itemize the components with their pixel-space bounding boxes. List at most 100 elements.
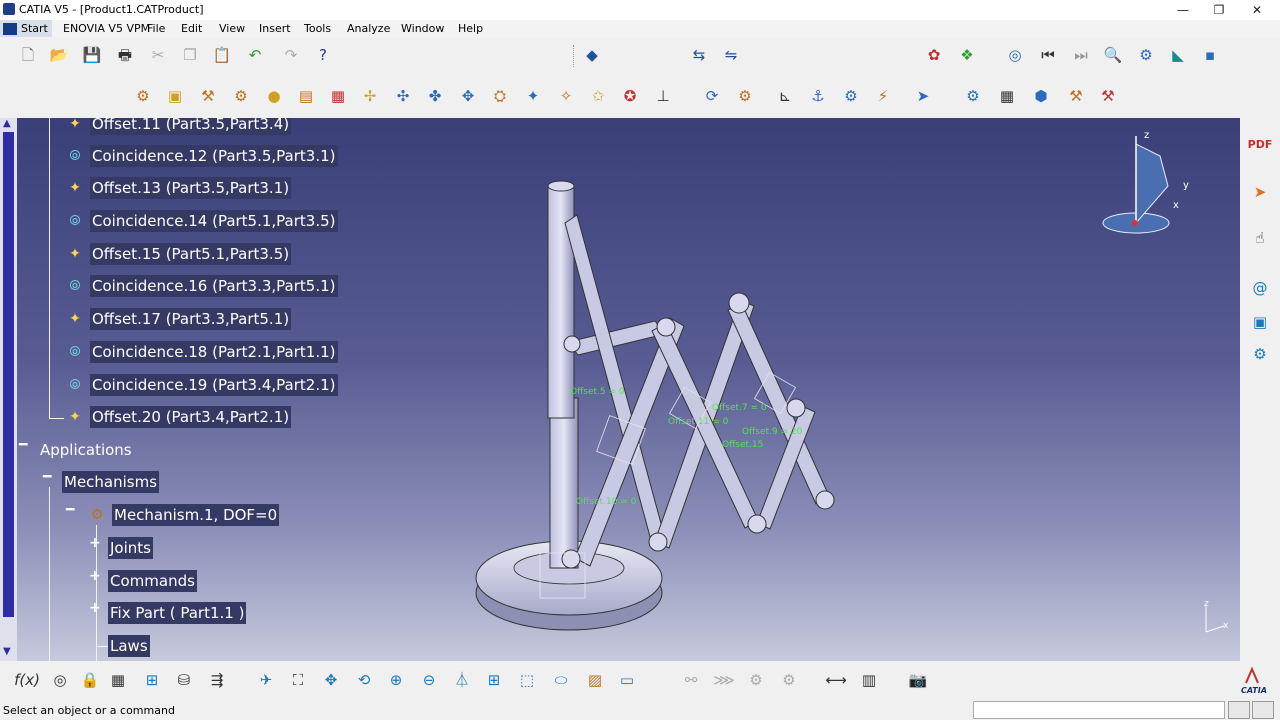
menu-tools[interactable]: Tools [304, 22, 331, 35]
tree-item-constraint[interactable]: ✦ Offset.17 (Part3.3,Part5.1) [64, 306, 292, 332]
redo-icon[interactable]: ↷ [279, 43, 303, 67]
whats-this-icon[interactable]: ? [311, 43, 335, 67]
enovia-icon[interactable]: ◆ [580, 43, 604, 67]
point-curve-joint-icon[interactable]: ✦ [521, 84, 545, 108]
pointer-icon[interactable]: ➤ [1248, 180, 1272, 204]
tree-item-joints[interactable]: Joints [108, 535, 153, 561]
fixed-part-icon[interactable]: ⟳ [700, 84, 724, 108]
prismatic-joint-icon[interactable]: ▣ [163, 84, 187, 108]
envelope-icon[interactable]: ▪ [1198, 43, 1222, 67]
forward-icon[interactable]: ⏭ [1069, 43, 1093, 67]
pdf-icon[interactable]: PDF [1248, 133, 1273, 157]
catalog-icon[interactable]: ⚙ [961, 84, 985, 108]
undo-icon[interactable]: ↶ [243, 43, 267, 67]
scroll-down-icon[interactable]: ▼ [3, 646, 11, 657]
collapse-mechanism-icon[interactable]: ━ [66, 502, 74, 518]
new-icon[interactable]: 🗋 [16, 43, 40, 67]
tree-item-laws[interactable]: Laws [108, 633, 150, 659]
scroll-up-icon[interactable]: ▲ [3, 118, 11, 129]
tree-item-constraint[interactable]: ⦾ Coincidence.16 (Part3.3,Part5.1) [64, 273, 338, 299]
tools-icon[interactable]: ⚒ [1064, 84, 1088, 108]
cut-icon[interactable]: ✂ [146, 43, 170, 67]
menu-start[interactable]: Start [0, 20, 52, 37]
tree-scrollbar[interactable]: ▲ ▼ [0, 118, 17, 661]
tree-item-commands[interactable]: Commands [108, 568, 197, 594]
pan-icon[interactable]: ✥ [319, 668, 343, 692]
zoom-out-icon[interactable]: ⊖ [417, 668, 441, 692]
table-icon[interactable]: ▦ [995, 84, 1019, 108]
menu-file[interactable]: File [147, 22, 165, 35]
menu-analyze[interactable]: Analyze [347, 22, 390, 35]
cable-joint-icon[interactable]: ⛭ [488, 84, 512, 108]
fly-icon[interactable]: ✈ [254, 668, 278, 692]
rewind-icon[interactable]: ⏮ [1036, 43, 1060, 67]
clash-icon[interactable]: ⬢ [1029, 84, 1053, 108]
rack-joint-icon[interactable]: ✥ [456, 84, 480, 108]
swap-visible-space-icon[interactable]: ▭ [615, 668, 639, 692]
collapse-mechanisms-icon[interactable]: ━ [43, 469, 51, 485]
sensor-icon[interactable]: ◎ [1003, 43, 1027, 67]
zoom-in-icon[interactable]: ⊕ [384, 668, 408, 692]
gear-joint-icon[interactable]: ✤ [423, 84, 447, 108]
disabled-tool-3-icon[interactable]: ⚙ [744, 668, 768, 692]
tree-item-fix-part[interactable]: Fix Part ( Part1.1 ) [108, 600, 247, 626]
trace-icon[interactable]: ⚙ [1134, 43, 1158, 67]
measure-icon[interactable]: ⟷ [824, 668, 848, 692]
menu-view[interactable]: View [219, 22, 245, 35]
mechanism-analysis-icon[interactable]: ❖ [955, 43, 979, 67]
knowledge-icon[interactable]: ◎ [48, 668, 72, 692]
scroll-thumb[interactable] [3, 132, 14, 617]
iso-view-icon[interactable]: ⬚ [515, 668, 539, 692]
simulation-icon[interactable]: ✿ [922, 43, 946, 67]
menu-window[interactable]: Window [401, 22, 444, 35]
catalog-browser-icon[interactable]: ⛁ [172, 668, 196, 692]
lock-icon[interactable]: 🔒 [78, 668, 102, 692]
measure-item-icon[interactable]: ▥ [857, 668, 881, 692]
3d-viewport[interactable]: ▲ ▼ ✦ Offset.11 (Part3.5,Part3.4) ⦾ Coin… [0, 118, 1240, 661]
product-icon[interactable]: ▣ [1248, 310, 1272, 334]
anchor-icon[interactable]: ⚓ [806, 84, 830, 108]
tree-item-constraint[interactable]: ⦾ Coincidence.18 (Part2.1,Part1.1) [64, 339, 338, 365]
planar-joint-icon[interactable]: ▤ [294, 84, 318, 108]
command-input[interactable] [973, 701, 1225, 719]
normal-view-icon[interactable]: ⏃ [450, 668, 474, 692]
search-icon[interactable]: 🔍 [1101, 43, 1125, 67]
multi-view-icon[interactable]: ⊞ [482, 668, 506, 692]
publish-icon[interactable]: ⇆ [687, 43, 711, 67]
tree-item-mechanism[interactable]: ⚙ Mechanism.1, DOF=0 [86, 502, 280, 528]
disabled-tool-1-icon[interactable]: ⚯ [679, 668, 703, 692]
revolute-joint-icon[interactable]: ⚙ [131, 84, 155, 108]
tree-icon[interactable]: ⊞ [140, 668, 164, 692]
menu-insert[interactable]: Insert [259, 22, 291, 35]
select-icon[interactable]: ➤ [911, 84, 935, 108]
collapse-applications-icon[interactable]: ━ [19, 437, 27, 453]
tree-item-constraint[interactable]: ✦ Offset.13 (Part3.5,Part3.1) [64, 175, 292, 201]
axis-system-icon[interactable]: ⊾ [773, 84, 797, 108]
open-icon[interactable]: 📂 [47, 43, 71, 67]
expand-commands-icon[interactable]: + [89, 568, 101, 584]
rotate-icon[interactable]: ⟲ [352, 668, 376, 692]
spiral-icon[interactable]: @ [1248, 276, 1272, 300]
spherical-joint-icon[interactable]: ● [262, 84, 286, 108]
tree-item-applications[interactable]: Applications [38, 437, 134, 463]
shading-icon[interactable]: ⬭ [549, 668, 573, 692]
close-button[interactable]: ✕ [1240, 1, 1274, 19]
print-icon[interactable]: 🖶 [113, 43, 137, 67]
mechanism-dressup-icon[interactable]: ⚙ [839, 84, 863, 108]
explode-icon[interactable]: ⚙ [1248, 342, 1272, 366]
fit-all-icon[interactable]: ⛶ [286, 668, 310, 692]
tree-item-constraint[interactable]: ✦ Offset.15 (Part5.1,Part3.5) [64, 241, 292, 267]
graph-icon[interactable]: ⇶ [205, 668, 229, 692]
cylindrical-joint-icon[interactable]: ⚒ [196, 84, 220, 108]
power-input-button[interactable] [1228, 701, 1250, 719]
formula-icon[interactable]: f(x) [14, 668, 40, 692]
publish-2-icon[interactable]: ⇋ [719, 43, 743, 67]
disabled-tool-4-icon[interactable]: ⚙ [777, 668, 801, 692]
roll-curve-joint-icon[interactable]: ✩ [586, 84, 610, 108]
axis-joint-icon[interactable]: ⊥ [651, 84, 675, 108]
tree-item-constraint[interactable]: ⦾ Coincidence.12 (Part3.5,Part3.1) [64, 143, 338, 169]
screw-joint-icon[interactable]: ⚙ [229, 84, 253, 108]
disabled-tool-2-icon[interactable]: ⋙ [712, 668, 736, 692]
paste-icon[interactable]: 📋 [210, 43, 234, 67]
minimize-button[interactable]: — [1166, 1, 1200, 19]
